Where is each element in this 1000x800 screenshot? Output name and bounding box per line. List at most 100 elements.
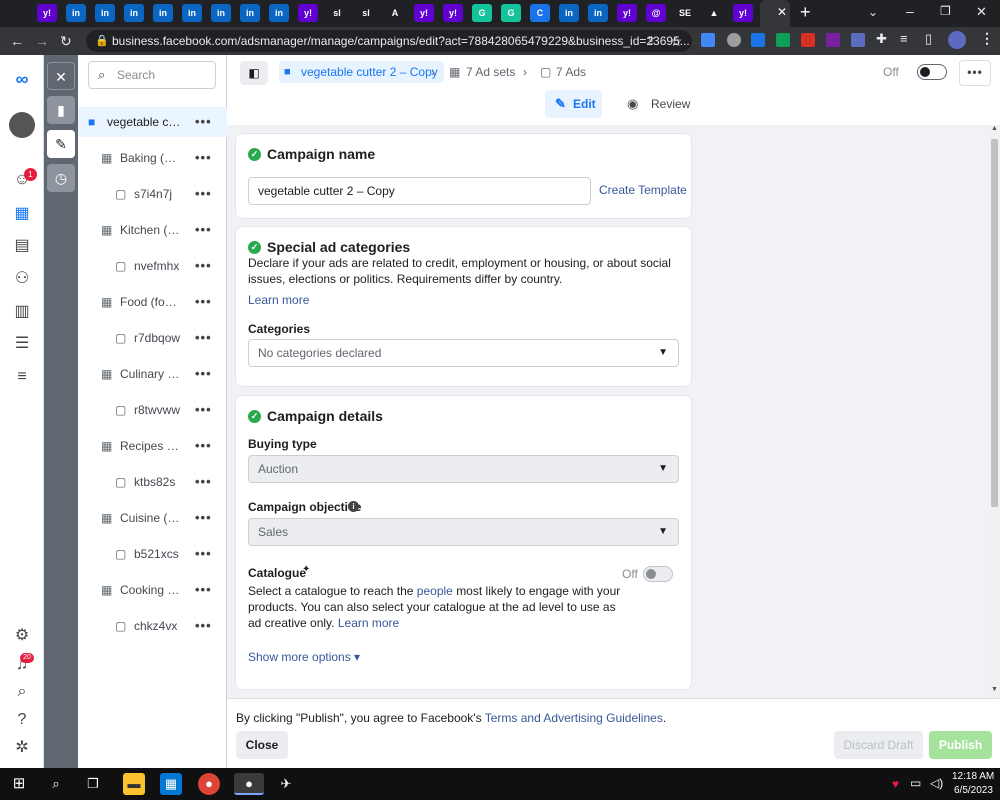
browser-tab[interactable]: G (501, 4, 521, 22)
clock-time[interactable]: 12:18 AM (952, 771, 994, 782)
active-tab[interactable]: ✕ (760, 0, 790, 27)
breadcrumb-adsets[interactable]: ▦ 7 Ad sets (449, 61, 515, 83)
tree-item-campaign[interactable]: ■ vegetable cut... ••• (78, 107, 227, 137)
breadcrumb-campaign[interactable]: ■ vegetable cutter 2 – Copy (279, 61, 444, 83)
more-options-icon[interactable]: ••• (195, 611, 212, 641)
info-icon[interactable]: i (348, 501, 359, 512)
more-options-icon[interactable]: ••• (195, 575, 212, 605)
browser-tab[interactable]: ▲ (704, 4, 724, 22)
show-more-options-link[interactable]: Show more options ▾ (248, 649, 360, 665)
catalogue-toggle[interactable] (643, 566, 673, 582)
more-options-icon[interactable]: ••• (195, 395, 212, 425)
search-icon[interactable]: ⌕ (11, 681, 33, 703)
buying-type-select[interactable]: Auction ▼ (248, 455, 679, 483)
breadcrumb-ads[interactable]: ▢ 7 Ads (540, 61, 586, 83)
puzzle-icon[interactable]: ✚ (876, 31, 887, 47)
edit-pencil-icon[interactable]: ✎ (47, 130, 75, 158)
browser-tab[interactable]: A (385, 4, 405, 22)
browser-tab[interactable]: y! (617, 4, 637, 22)
bookmark-star-icon[interactable]: ☆ (670, 27, 683, 55)
forward-icon[interactable]: → (35, 27, 49, 55)
tray-alert-icon[interactable]: ♥ (892, 777, 899, 791)
network-icon[interactable]: ▭ (910, 776, 921, 790)
discard-draft-button[interactable]: Discard Draft (834, 731, 923, 759)
more-options-icon[interactable]: ••• (195, 323, 212, 353)
browser-tab[interactable]: in (240, 4, 260, 22)
more-options-icon[interactable]: ••• (195, 215, 212, 245)
chrome-icon[interactable]: ● (198, 773, 220, 795)
publish-button[interactable]: Publish (929, 731, 992, 759)
taskbar-search-icon[interactable]: ⌕ (45, 773, 67, 795)
more-options-icon[interactable]: ••• (195, 143, 212, 173)
browser-tab[interactable]: G (472, 4, 492, 22)
minimize-icon[interactable]: – (906, 3, 914, 19)
bug-report-icon[interactable]: ✲ (11, 737, 33, 759)
browser-tab[interactable]: y! (443, 4, 463, 22)
volume-icon[interactable]: ◁) (930, 776, 943, 790)
extension-icon[interactable] (751, 33, 765, 47)
back-icon[interactable]: ← (10, 27, 24, 55)
browser-tab[interactable]: y! (733, 4, 753, 22)
store-icon[interactable]: ▦ (160, 773, 182, 795)
tree-item-adset[interactable]: ▦ Kitchen (h... ••• (78, 215, 227, 245)
browser-tab[interactable]: y! (414, 4, 434, 22)
learn-more-link[interactable]: Learn more (248, 292, 309, 308)
edit-tab[interactable]: ✎ Edit (545, 90, 602, 118)
campaign-name-input[interactable]: vegetable cutter 2 – Copy (248, 177, 591, 205)
search-input[interactable]: ⌕ Search (88, 61, 216, 89)
browser-tab[interactable]: in (211, 4, 231, 22)
reload-icon[interactable]: ↻ (60, 27, 72, 55)
close-tab-icon[interactable]: ✕ (777, 5, 787, 19)
more-options-icon[interactable]: ••• (195, 503, 212, 533)
extension-icon[interactable] (851, 33, 865, 47)
billing-icon[interactable]: ☰ (11, 333, 33, 355)
tab-search-icon[interactable]: ⌄ (868, 5, 878, 19)
meta-logo-icon[interactable]: ∞ (11, 68, 33, 90)
address-bar[interactable]: 🔒 business.facebook.com/adsmanager/manag… (86, 30, 692, 52)
browser-tab[interactable]: SE (675, 4, 695, 22)
close-editor-icon[interactable]: ✕ (47, 62, 75, 90)
more-options-button[interactable]: ••• (959, 60, 991, 86)
browser-tab[interactable]: @ (646, 4, 666, 22)
sidepanel-icon[interactable]: ▯ (925, 31, 932, 47)
scroll-down-icon[interactable]: ▼ (991, 686, 998, 693)
all-tools-icon[interactable]: ≡ (11, 366, 33, 388)
app-icon[interactable]: ✈ (275, 773, 297, 795)
close-button[interactable]: Close (236, 731, 288, 759)
reports-icon[interactable]: ▤ (11, 235, 33, 257)
extension-icon[interactable] (701, 33, 715, 47)
restore-icon[interactable]: ❐ (940, 4, 951, 18)
tree-item-ad[interactable]: ▢ nvefmhx ••• (78, 251, 227, 281)
extension-icon[interactable] (801, 33, 815, 47)
more-options-icon[interactable]: ••• (195, 359, 212, 389)
tree-item-adset[interactable]: ▦ Culinary ar... ••• (78, 359, 227, 389)
create-template-link[interactable]: Create Template (599, 182, 687, 198)
tree-item-ad[interactable]: ▢ b521xcs ••• (78, 539, 227, 569)
playlist-icon[interactable]: ≡ (900, 31, 908, 46)
browser-tab[interactable]: sl (356, 4, 376, 22)
tree-item-adset[interactable]: ▦ Cuisine (fo... ••• (78, 503, 227, 533)
share-icon[interactable]: ⇪ (646, 27, 656, 55)
tree-item-adset[interactable]: ▦ Cooking (f... ••• (78, 575, 227, 605)
tree-item-ad[interactable]: ▢ ktbs82s ••• (78, 467, 227, 497)
categories-select[interactable]: No categories declared ▼ (248, 339, 679, 367)
campaign-on-off-toggle[interactable] (917, 64, 947, 80)
windows-start-icon[interactable]: ⊞ (8, 773, 30, 795)
tree-item-adset[interactable]: ▦ Food (food... ••• (78, 287, 227, 317)
more-options-icon[interactable]: ••• (195, 179, 212, 209)
scroll-up-icon[interactable]: ▲ (991, 125, 998, 132)
history-clock-icon[interactable]: ◷ (47, 164, 75, 192)
more-options-icon[interactable]: ••• (195, 107, 212, 137)
extension-icon[interactable] (727, 33, 741, 47)
people-link[interactable]: people (417, 584, 453, 598)
more-options-icon[interactable]: ••• (195, 287, 212, 317)
campaigns-table-icon[interactable]: ▦ (11, 203, 33, 225)
audiences-icon[interactable]: ⚇ (11, 268, 33, 290)
help-icon[interactable]: ? (11, 709, 33, 731)
account-avatar[interactable] (9, 112, 35, 138)
tree-item-adset[interactable]: ▦ Recipes (f... ••• (78, 431, 227, 461)
browser-tab[interactable]: in (153, 4, 173, 22)
task-view-icon[interactable]: ❐ (82, 773, 104, 795)
tree-item-adset[interactable]: ▦ Baking (co... ••• (78, 143, 227, 173)
profile-avatar[interactable] (948, 31, 966, 49)
